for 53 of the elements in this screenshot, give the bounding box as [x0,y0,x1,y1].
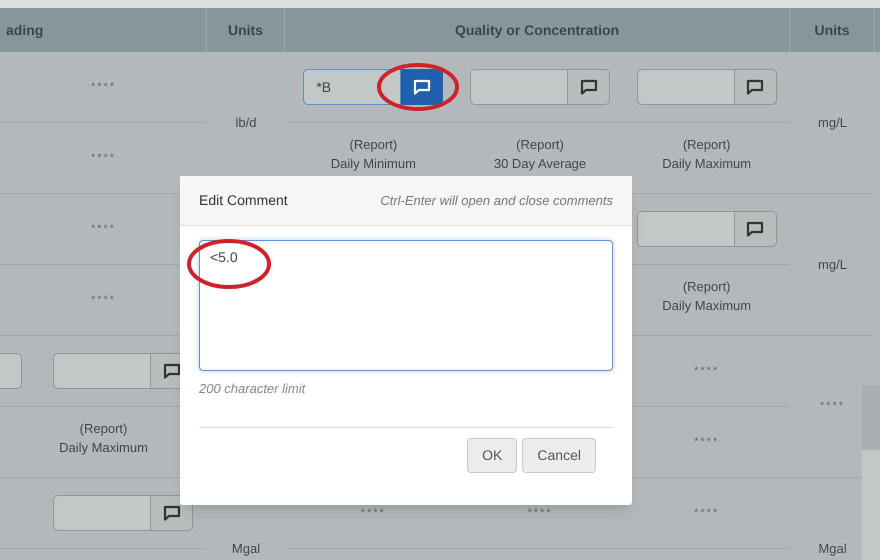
dialog-title: Edit Comment [199,191,288,210]
value-field[interactable] [470,69,568,105]
statistic-label: Daily Maximum [59,439,148,457]
statistic-label: 30 Day Average [494,155,586,173]
column-header: Units [814,20,850,40]
masked-value: **** [360,506,386,521]
masked-value: **** [527,506,553,521]
dialog-button[interactable]: OK [467,438,518,472]
masked-value: **** [694,506,720,521]
masked-value: **** [90,222,116,237]
statistic-label: Daily Maximum [662,155,752,173]
units-label: mg/L [818,114,847,132]
statistic-label: Daily Minimum [330,155,416,173]
comment-field[interactable]: <5.0 [199,240,613,371]
masked-value: **** [90,150,116,166]
value-field[interactable] [636,69,735,105]
comment-button[interactable] [568,69,610,105]
masked-value: **** [90,80,116,95]
comment-icon [162,505,180,521]
comment-button[interactable] [734,211,777,247]
value-field[interactable] [53,353,151,389]
comment-icon [746,79,764,95]
masked-value: **** [694,434,720,450]
units-label: Mgal [818,540,847,558]
comment-button[interactable] [151,495,193,531]
report-label: (Report) [80,420,128,438]
column-header: Quality or Concentration [454,20,620,40]
dialog-button[interactable]: Cancel [522,438,596,472]
value-field[interactable] [53,495,151,531]
character-limit-note: 200 character limit [199,380,307,398]
units-label: Mgal [232,540,260,558]
column-header: Units [228,20,263,40]
comment-icon [162,363,180,379]
comment-icon [746,221,764,237]
comment-button[interactable] [401,69,444,105]
shortcut-hint: Ctrl-Enter will open and close comments [380,192,613,210]
value-field[interactable] [636,211,735,247]
units-label: lb/d [236,114,256,132]
column-header: ading [6,20,44,40]
report-label: (Report) [349,136,398,154]
scrollbar[interactable] [862,385,880,560]
comment-button[interactable] [734,69,777,105]
statistic-label: Daily Maximum [662,297,752,315]
masked-value: **** [694,364,720,379]
masked-value: **** [820,399,846,414]
units-label: mg/L [818,256,847,274]
report-label: (Report) [516,136,564,154]
report-label: (Report) [682,278,731,296]
comment-icon [412,79,431,95]
value-field[interactable]: *B [303,69,402,105]
comment-icon [580,79,598,95]
masked-value: **** [90,292,116,308]
report-label: (Report) [682,136,731,154]
